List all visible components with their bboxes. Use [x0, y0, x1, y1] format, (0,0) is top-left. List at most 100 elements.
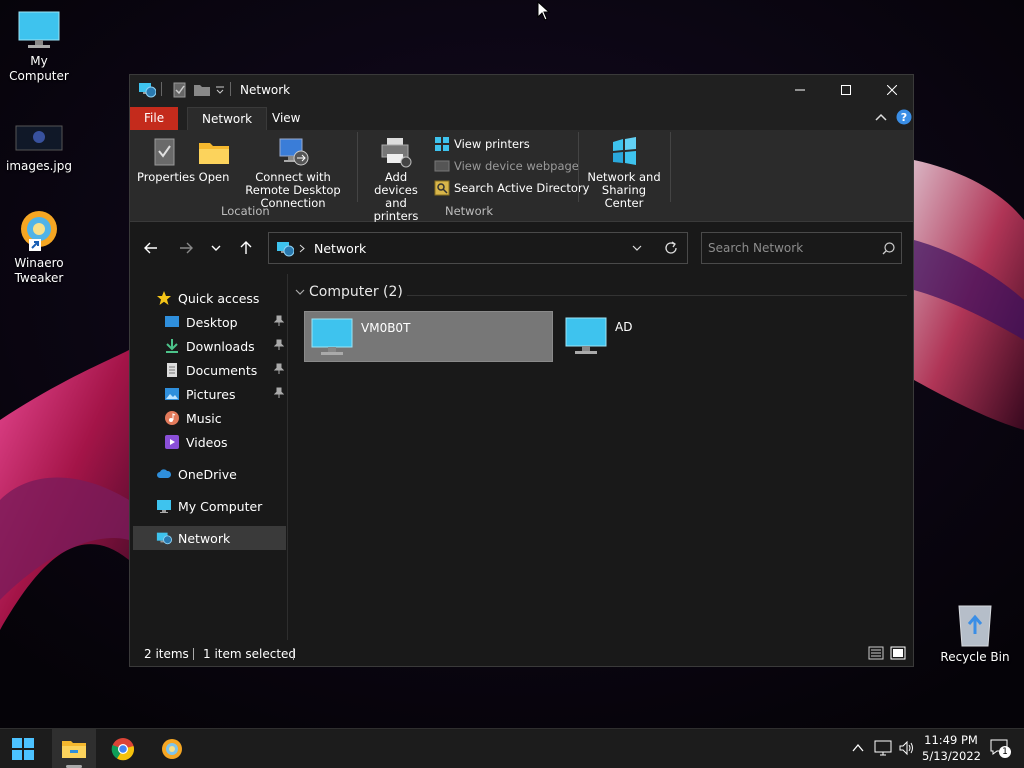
- collapse-ribbon-icon[interactable]: [875, 112, 887, 122]
- minimize-button[interactable]: [777, 75, 823, 105]
- remote-desktop-icon: [279, 138, 309, 166]
- add-devices-printers-button[interactable]: Add devices and printers: [362, 136, 430, 223]
- selection-count: 1 item selected: [203, 647, 297, 661]
- nav-item-pictures[interactable]: Pictures: [130, 382, 286, 406]
- back-button[interactable]: [139, 237, 163, 259]
- network-sharing-center-icon: [613, 137, 636, 165]
- active-directory-icon: [434, 180, 450, 196]
- forward-arrow-icon: [180, 242, 193, 254]
- connect-remote-desktop-button[interactable]: Connect with Remote Desktop Connection: [236, 136, 350, 210]
- monitor-icon: [18, 11, 60, 48]
- image-file-icon: [15, 125, 63, 151]
- pin-icon[interactable]: [274, 387, 284, 399]
- properties-icon[interactable]: [172, 81, 188, 99]
- nav-label: Videos: [186, 434, 228, 450]
- desktop-icon-my-computer[interactable]: My Computer: [0, 10, 78, 84]
- new-folder-icon[interactable]: [193, 81, 211, 99]
- search-input[interactable]: [708, 239, 878, 257]
- desktop-icon-winaero-tweaker[interactable]: Winaero Tweaker: [0, 208, 78, 286]
- nav-item-music[interactable]: Music: [130, 406, 286, 430]
- monitor-icon: [157, 500, 171, 513]
- computer-tile-vm0b0t[interactable]: VM0B0T: [304, 311, 553, 362]
- address-history-dropdown-icon[interactable]: [632, 244, 642, 252]
- properties-button[interactable]: Properties: [137, 136, 195, 184]
- cloud-icon: [157, 469, 172, 478]
- computer-icon: [565, 317, 607, 354]
- clock-date: 5/13/2022: [922, 749, 981, 763]
- maximize-button[interactable]: [823, 75, 869, 105]
- qat-divider: [230, 82, 231, 96]
- computer-name: AD: [615, 320, 633, 334]
- breadcrumb-chevron-icon[interactable]: [299, 244, 305, 253]
- nav-item-my-computer[interactable]: My Computer: [130, 494, 286, 518]
- notification-center-button[interactable]: 1: [990, 738, 1012, 760]
- taskbar-clock[interactable]: 11:49 PM 5/13/2022: [922, 732, 981, 764]
- document-icon: [167, 363, 177, 377]
- help-icon[interactable]: ?: [896, 109, 912, 125]
- taskbar-chrome[interactable]: [101, 729, 145, 768]
- show-hidden-icons-icon[interactable]: [852, 743, 864, 753]
- network-sharing-center-button[interactable]: Network and Sharing Center: [582, 136, 666, 210]
- nav-item-downloads[interactable]: Downloads: [130, 334, 286, 358]
- search-active-directory-label: Search Active Directory: [454, 181, 590, 195]
- breadcrumb-network[interactable]: Network: [314, 241, 366, 256]
- pin-icon[interactable]: [274, 363, 284, 375]
- search-active-directory-button[interactable]: Search Active Directory: [434, 180, 589, 196]
- computer-tile-ad[interactable]: AD: [559, 311, 808, 362]
- download-icon: [166, 339, 178, 353]
- network-icon: [156, 532, 172, 545]
- videos-icon: [165, 435, 179, 449]
- nav-item-network[interactable]: Network: [133, 526, 286, 550]
- group-header-divider: [407, 295, 907, 296]
- pin-icon[interactable]: [274, 315, 284, 327]
- view-device-webpage-button[interactable]: View device webpage: [434, 158, 579, 174]
- navigation-bar: Network: [130, 222, 913, 274]
- customize-qat-dropdown-icon[interactable]: [215, 81, 225, 99]
- group-header-computer[interactable]: Computer (2): [295, 284, 403, 300]
- pictures-icon: [165, 388, 179, 400]
- close-button[interactable]: [869, 75, 915, 105]
- nav-item-documents[interactable]: Documents: [130, 358, 286, 382]
- notification-count-badge: 1: [999, 746, 1011, 758]
- tab-file[interactable]: File: [130, 107, 179, 130]
- start-button[interactable]: [1, 729, 45, 768]
- winaero-icon: [21, 211, 57, 251]
- tab-network[interactable]: Network: [187, 107, 268, 130]
- forward-button[interactable]: [174, 237, 198, 259]
- title-bar[interactable]: Network: [130, 75, 913, 105]
- nav-label: Documents: [186, 362, 258, 378]
- refresh-icon[interactable]: [663, 240, 679, 256]
- open-button[interactable]: Open: [196, 136, 232, 184]
- pin-icon[interactable]: [274, 339, 284, 351]
- nav-item-videos[interactable]: Videos: [130, 430, 286, 454]
- nav-item-desktop[interactable]: Desktop: [130, 310, 286, 334]
- tab-view[interactable]: View: [258, 107, 314, 130]
- taskbar-winaero-tweaker[interactable]: [150, 729, 194, 768]
- nav-item-onedrive[interactable]: OneDrive: [130, 462, 286, 486]
- add-devices-printers-label: Add devices and printers: [373, 170, 419, 223]
- windows-logo-icon: [12, 738, 34, 760]
- taskbar-file-explorer[interactable]: [52, 729, 96, 768]
- ribbon-group-divider: [357, 132, 358, 202]
- desktop-icon-recycle-bin[interactable]: Recycle Bin: [936, 602, 1014, 665]
- computer-name: VM0B0T: [361, 321, 411, 335]
- nav-item-quick-access[interactable]: Quick access: [130, 286, 286, 310]
- ribbon-group-divider: [670, 132, 671, 202]
- star-icon: [157, 291, 171, 305]
- address-bar[interactable]: Network: [268, 232, 688, 264]
- volume-icon[interactable]: [898, 739, 916, 757]
- back-arrow-icon: [144, 242, 157, 254]
- network-status-icon[interactable]: [874, 739, 892, 757]
- desktop-icon-images-jpg[interactable]: images.jpg: [0, 125, 78, 174]
- details-view-icon[interactable]: [868, 645, 884, 661]
- large-icons-view-icon[interactable]: [890, 645, 906, 661]
- file-list: Computer (2) VM0B0T AD: [289, 274, 913, 640]
- network-icon: [277, 242, 294, 257]
- up-button[interactable]: [234, 237, 258, 259]
- recent-locations-button[interactable]: [204, 237, 228, 259]
- nav-label: Network: [178, 530, 231, 546]
- desktop-icon-label: images.jpg: [5, 159, 72, 173]
- view-printers-button[interactable]: View printers: [434, 136, 530, 152]
- search-icon[interactable]: [882, 242, 895, 255]
- search-box[interactable]: [701, 232, 902, 264]
